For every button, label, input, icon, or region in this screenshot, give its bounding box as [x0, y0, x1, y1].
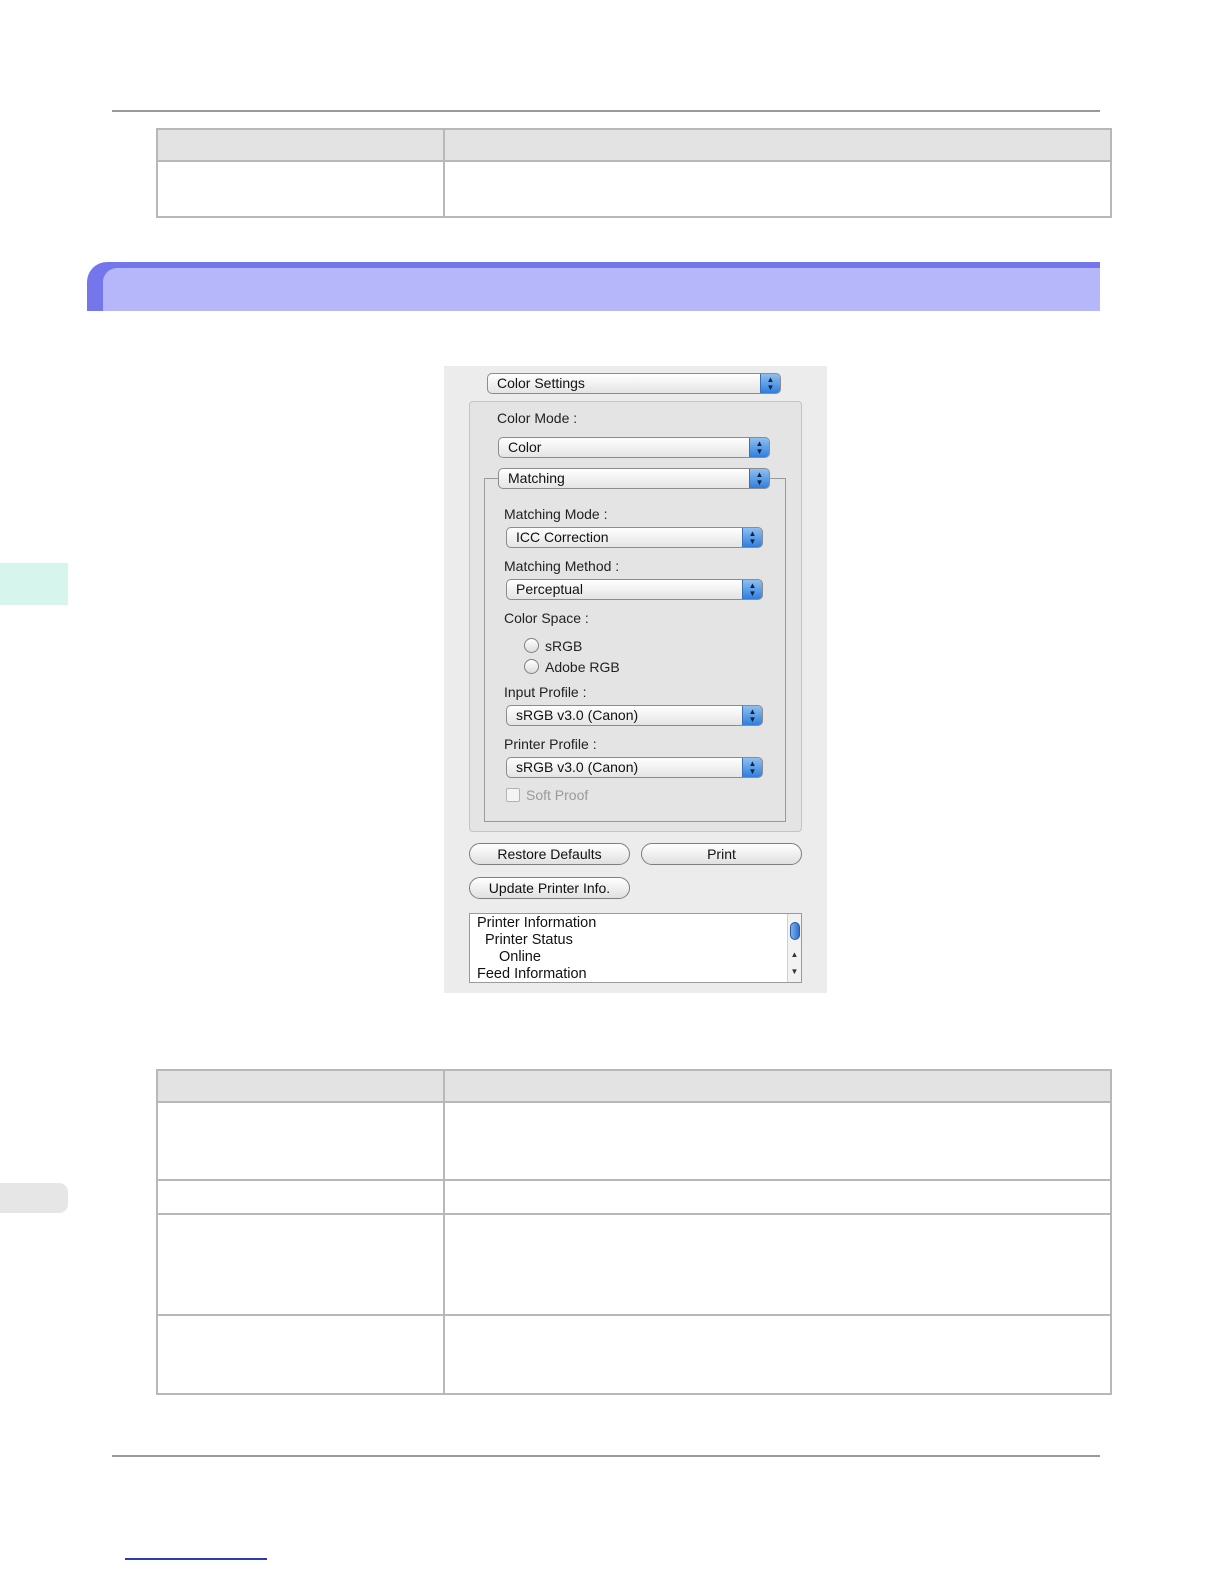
- matching-method-value: Perceptual: [516, 581, 583, 597]
- footer-link-underline[interactable]: [125, 1558, 267, 1560]
- bottom-table: [156, 1069, 1112, 1395]
- select-arrows-icon: ▲ ▼: [742, 706, 762, 725]
- panel-select-value: Color Settings: [497, 375, 585, 391]
- matching-select-value: Matching: [508, 470, 565, 486]
- footer-rule: [112, 1455, 1100, 1457]
- print-button[interactable]: Print: [641, 843, 802, 865]
- soft-proof-checkbox[interactable]: [506, 788, 520, 802]
- color-mode-label: Color Mode :: [497, 410, 578, 426]
- list-item: Printer Information: [477, 915, 597, 931]
- table-cell: [156, 160, 445, 218]
- list-item: Online: [499, 949, 541, 965]
- color-mode-select[interactable]: Color ▲ ▼: [498, 437, 770, 458]
- table-cell: [156, 1179, 445, 1215]
- top-table: [156, 128, 1112, 218]
- adobe-rgb-radio[interactable]: [524, 659, 539, 674]
- table-cell: [443, 1314, 1112, 1395]
- list-item: Printer Status: [485, 932, 573, 948]
- color-mode-value: Color: [508, 439, 542, 455]
- table-row: [156, 1314, 1112, 1395]
- list-scrollbar[interactable]: ▲ ▼: [787, 914, 801, 982]
- table-row: [156, 160, 1112, 218]
- table-header-cell: [156, 1069, 445, 1103]
- chapter-tab: [0, 563, 68, 605]
- srgb-radio-label: sRGB: [545, 638, 583, 654]
- table-row: [156, 1213, 1112, 1316]
- table-cell: [443, 1101, 1112, 1181]
- select-arrows-icon: ▲ ▼: [749, 438, 769, 457]
- srgb-radio[interactable]: [524, 638, 539, 653]
- matching-mode-label: Matching Mode :: [504, 506, 608, 522]
- input-profile-value: sRGB v3.0 (Canon): [516, 707, 639, 723]
- table-row: [156, 1101, 1112, 1181]
- restore-defaults-button[interactable]: Restore Defaults: [469, 843, 630, 865]
- printer-info-list[interactable]: Printer Information Printer Status Onlin…: [469, 913, 802, 983]
- adobe-rgb-radio-label: Adobe RGB: [545, 659, 620, 675]
- table-cell: [443, 160, 1112, 218]
- table-cell: [443, 1179, 1112, 1215]
- printer-profile-select[interactable]: sRGB v3.0 (Canon) ▲ ▼: [506, 757, 763, 778]
- printer-profile-value: sRGB v3.0 (Canon): [516, 759, 639, 775]
- matching-method-select[interactable]: Perceptual ▲ ▼: [506, 579, 763, 600]
- soft-proof-label: Soft Proof: [526, 787, 589, 803]
- select-arrows-icon: ▲ ▼: [742, 580, 762, 599]
- matching-mode-value: ICC Correction: [516, 529, 609, 545]
- color-settings-dialog: Color Settings ▲ ▼ Color Mode : Color ▲ ▼ …: [444, 366, 827, 993]
- table-header-row: [156, 128, 1112, 162]
- list-item: Feed Information: [477, 966, 587, 982]
- table-header-cell: [156, 128, 445, 162]
- table-row: [156, 1179, 1112, 1215]
- input-profile-select[interactable]: sRGB v3.0 (Canon) ▲ ▼: [506, 705, 763, 726]
- scroll-up-arrow-icon[interactable]: ▲: [788, 949, 801, 961]
- select-arrows-icon: ▲ ▼: [742, 758, 762, 777]
- update-printer-info-button[interactable]: Update Printer Info.: [469, 877, 630, 899]
- color-space-label: Color Space :: [504, 610, 589, 626]
- header-rule: [112, 110, 1100, 112]
- scroll-down-arrow-icon[interactable]: ▼: [788, 966, 801, 978]
- panel-select[interactable]: Color Settings ▲ ▼: [487, 373, 781, 394]
- table-cell: [156, 1314, 445, 1395]
- select-arrows-icon: ▲ ▼: [749, 469, 769, 488]
- table-cell: [156, 1101, 445, 1181]
- table-header-cell: [443, 1069, 1112, 1103]
- table-cell: [156, 1213, 445, 1316]
- section-heading-bar: [87, 262, 1100, 311]
- page-tab: [0, 1183, 68, 1213]
- matching-method-label: Matching Method :: [504, 558, 620, 574]
- input-profile-label: Input Profile :: [504, 684, 587, 700]
- table-header-cell: [443, 128, 1112, 162]
- select-arrows-icon: ▲ ▼: [760, 374, 780, 393]
- scroll-thumb[interactable]: [790, 922, 800, 940]
- matching-select[interactable]: Matching ▲ ▼: [498, 468, 770, 489]
- select-arrows-icon: ▲ ▼: [742, 528, 762, 547]
- table-header-row: [156, 1069, 1112, 1103]
- table-cell: [443, 1213, 1112, 1316]
- printer-profile-label: Printer Profile :: [504, 736, 597, 752]
- matching-mode-select[interactable]: ICC Correction ▲ ▼: [506, 527, 763, 548]
